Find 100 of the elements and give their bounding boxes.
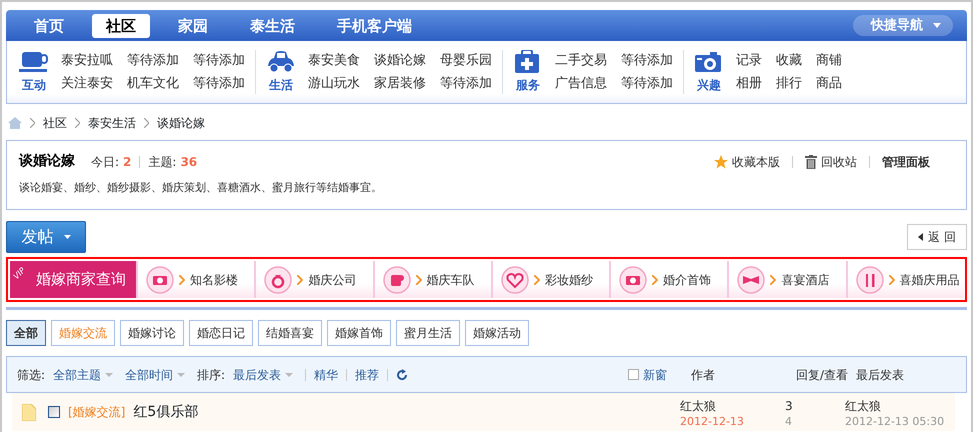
camera-icon [619, 266, 648, 294]
vendor-link[interactable]: 婚庆车队 [372, 261, 491, 298]
nav-link[interactable]: 排行 [776, 74, 802, 94]
nav-link[interactable]: 相册 [736, 74, 762, 94]
star-icon [714, 154, 728, 168]
nav-link[interactable]: 记录 [736, 50, 762, 70]
new-window-label: 新窗 [643, 366, 667, 384]
nav-link[interactable]: 等待添加 [440, 74, 492, 94]
nav-link[interactable]: 广告信息 [555, 74, 607, 94]
vip-label: VIP [12, 266, 27, 282]
breadcrumb-link[interactable]: 社区 [43, 114, 67, 132]
category-tab[interactable]: 婚嫁活动 [465, 320, 529, 346]
cup-icon [19, 50, 49, 74]
vendor-search-banner[interactable]: VIP 婚嫁商家查询 [10, 261, 136, 298]
nav-link[interactable]: 关注泰安 [61, 74, 113, 94]
chevron-icon [652, 274, 658, 284]
vendor-link[interactable]: 喜婚庆用品 [846, 261, 964, 298]
filter-link[interactable]: 精华 [314, 366, 338, 384]
nav-link[interactable]: 商品 [816, 74, 842, 94]
group-label: 互动 [22, 77, 46, 94]
forum-description: 谈论婚宴、婚纱、婚纱摄影、婚庆策划、喜糖酒水、蜜月旅行等结婚事宜。 [19, 180, 383, 196]
favorite-link[interactable]: 收藏本版 [714, 152, 780, 170]
breadcrumb-link[interactable]: 谈婚论嫁 [157, 114, 205, 132]
nav-tab[interactable]: 首页 [20, 14, 78, 38]
trash-icon [805, 154, 817, 168]
nav-link[interactable]: 等待添加 [621, 50, 673, 70]
nav-link[interactable]: 母婴乐园 [440, 50, 492, 70]
group-label: 服务 [516, 77, 540, 94]
vendor-link[interactable]: 知名影楼 [136, 261, 254, 298]
reply-count: 3 [785, 398, 794, 414]
category-tab[interactable]: 蜜月生活 [396, 320, 460, 346]
nav-link[interactable]: 游山玩水 [308, 74, 360, 94]
nav-link[interactable]: 二手交易 [555, 50, 607, 70]
author-date: 2012-12-13 [680, 414, 745, 428]
nav-link[interactable]: 等待添加 [193, 50, 245, 70]
last-poster: 红太狼 [845, 398, 882, 414]
author-name: 红太狼 [680, 398, 717, 414]
nav-tab[interactable]: 社区 [92, 14, 150, 38]
chevron-icon [416, 274, 422, 284]
filter-dropdown[interactable]: 全部时间 [125, 366, 186, 384]
panel-link[interactable]: 管理面板 [882, 152, 930, 170]
vendor-link[interactable]: 婚庆公司 [254, 261, 373, 298]
sort-dropdown[interactable]: 最后发表 [233, 366, 294, 384]
vendor-link[interactable]: 喜宴酒店 [727, 261, 846, 298]
nav-link[interactable]: 机车文化 [127, 74, 179, 94]
group-label: 兴趣 [697, 77, 721, 94]
sort-label: 排序: [197, 366, 226, 384]
topics-label: 主题: [148, 154, 176, 170]
ring-icon [264, 266, 292, 294]
last-post-time: 2012-12-13 05:30 [845, 414, 946, 428]
nav-link[interactable]: 泰安美食 [308, 50, 360, 70]
back-button[interactable]: 返 回 [907, 224, 967, 250]
caret-icon [933, 23, 941, 28]
document-icon [22, 404, 36, 420]
recycle-bin-link[interactable]: 回收站 [805, 152, 857, 170]
caret-icon [64, 235, 70, 239]
checkbox[interactable] [48, 406, 60, 418]
new-window-toggle[interactable]: 新窗 [628, 366, 667, 384]
forum-title: 谈婚论嫁 [19, 152, 75, 171]
topics-count: 36 [180, 154, 198, 170]
nav-link[interactable]: 等待添加 [127, 50, 179, 70]
nav-tab[interactable]: 泰生活 [236, 14, 309, 38]
filter-label: 筛选: [17, 366, 46, 384]
nav-link[interactable]: 等待添加 [193, 74, 245, 94]
category-tab[interactable]: 婚恋日记 [189, 320, 253, 346]
category-tab[interactable]: 婚嫁讨论 [120, 320, 184, 346]
breadcrumb-link[interactable]: 泰安生活 [88, 114, 136, 132]
nav-link[interactable]: 谈婚论嫁 [374, 50, 426, 70]
chevron-icon [297, 274, 304, 284]
nav-link[interactable]: 收藏 [776, 50, 802, 70]
category-tab[interactable]: 结婚喜宴 [258, 320, 322, 346]
today-label: 今日: [91, 154, 120, 170]
home-icon [8, 117, 22, 129]
refresh-icon [396, 368, 408, 380]
category-tab[interactable]: 婚嫁首饰 [327, 320, 391, 346]
thread-title-link[interactable]: 红5俱乐部 [133, 402, 198, 422]
nav-link[interactable]: 泰安拉呱 [61, 50, 113, 70]
group-label: 生活 [269, 77, 293, 94]
nav-link[interactable]: 等待添加 [621, 74, 673, 94]
camera-icon [146, 266, 174, 294]
banner-title: 婚嫁商家查询 [36, 269, 126, 290]
vendor-link[interactable]: 婚介首饰 [609, 261, 728, 298]
chevron-icon [534, 274, 540, 284]
chevron-icon [75, 118, 80, 128]
nav-tab[interactable]: 家园 [164, 14, 222, 38]
car-icon [266, 50, 296, 74]
nav-tab[interactable]: 手机客户端 [323, 14, 426, 38]
column-header: 作者 [691, 366, 716, 384]
vendor-link[interactable]: 彩妆婚纱 [490, 261, 610, 298]
post-button[interactable]: 发帖 [6, 221, 86, 253]
nav-link[interactable]: 商铺 [816, 50, 842, 70]
filter-link[interactable]: 推荐 [355, 366, 380, 384]
bow-icon [737, 266, 766, 294]
category-tab[interactable]: 全部 [6, 320, 46, 346]
filter-dropdown[interactable]: 全部主题 [53, 366, 114, 384]
checkbox[interactable] [628, 369, 639, 380]
chevron-icon [888, 274, 895, 284]
nav-link[interactable]: 家居装修 [374, 74, 426, 94]
camera-icon [694, 50, 724, 74]
column-header: 回复/查看 [796, 366, 850, 384]
